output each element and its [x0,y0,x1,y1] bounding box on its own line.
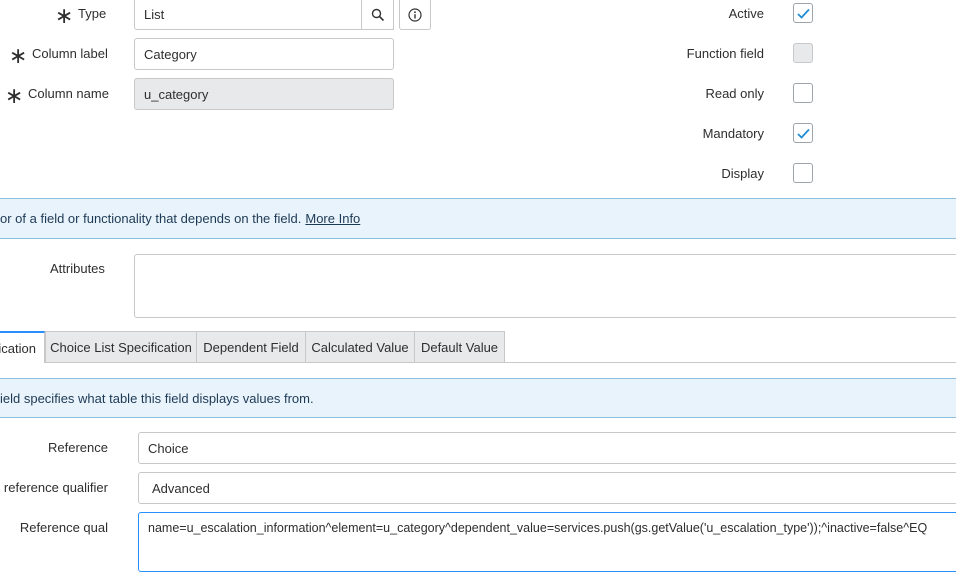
attributes-textarea[interactable] [134,254,956,318]
tab-dependent-field[interactable]: Dependent Field [196,331,306,362]
tab-calculated-value[interactable]: Calculated Value [305,331,415,362]
type-value: List [144,7,165,22]
reference-info-text: ield specifies what table this field dis… [0,390,314,406]
type-label: Type [78,6,107,21]
column-name-label: Column name [28,86,109,101]
reference-label: Reference [48,440,108,455]
mandatory-checkbox[interactable] [793,123,813,143]
type-lookup-button[interactable] [361,0,394,30]
reference-qualifier-type-value: Advanced [152,480,210,496]
search-icon [371,8,384,21]
column-name-field: u_category [134,78,394,110]
tab-choice-list-specification[interactable]: Choice List Specification [45,331,197,362]
column-label-value: Category [144,46,197,62]
mandatory-label: Mandatory [702,126,764,141]
tab-default-value[interactable]: Default Value [414,331,505,362]
type-info-button[interactable] [399,0,431,30]
display-label: Display [721,166,764,181]
reference-qual-textarea[interactable]: name=u_escalation_information^element=u_… [138,512,956,572]
reference-qual-label: Reference qual [19,520,108,535]
checkmark-icon [796,128,810,139]
display-checkbox[interactable] [793,163,813,183]
function-field-checkbox [793,43,813,63]
attributes-label: Attributes [50,261,105,276]
required-marker-icon: ∗ [5,83,24,108]
required-marker-icon: ∗ [9,43,28,68]
section-tabs: ication Choice List Specification Depend… [0,331,956,363]
function-field-label: Function field [686,46,764,61]
field-info-text: or of a field or functionality that depe… [0,211,302,226]
tabs-divider [45,362,956,363]
reference-value: Choice [148,440,189,456]
active-checkbox[interactable] [793,3,813,23]
info-icon [408,7,422,22]
read-only-checkbox[interactable] [793,83,813,103]
reference-qual-value: name=u_escalation_information^element=u_… [148,521,928,535]
type-field[interactable]: List [134,0,362,30]
reference-qualifier-type-label: e reference qualifier [0,480,108,495]
field-info-message: or of a field or functionality that depe… [0,198,956,239]
checkmark-icon [796,8,810,19]
column-name-value: u_category [144,86,209,102]
required-marker-icon: ∗ [55,3,74,28]
tab-reference-specification[interactable]: ication [0,331,45,363]
active-label: Active [728,6,764,21]
column-label-label: Column label [32,46,108,61]
reference-qualifier-type-select[interactable]: Advanced [138,472,956,504]
column-label-field[interactable]: Category [134,38,394,70]
reference-field[interactable]: Choice [138,432,956,464]
reference-info-message: ield specifies what table this field dis… [0,378,956,418]
more-info-link[interactable]: More Info [305,211,360,226]
read-only-label: Read only [705,86,764,101]
